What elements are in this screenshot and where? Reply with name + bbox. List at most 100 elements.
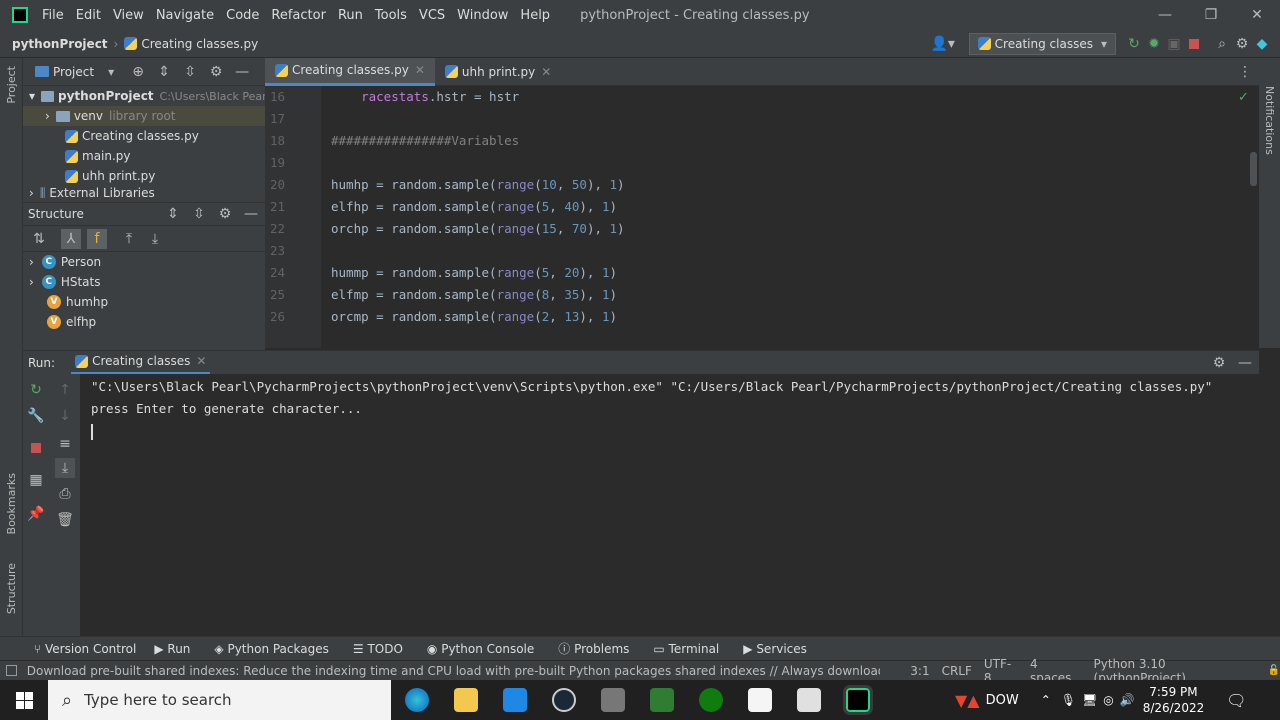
project-tool-button[interactable]: Project xyxy=(5,66,18,104)
jetbrains-ai-icon[interactable]: ◆ xyxy=(1252,34,1272,54)
stop-icon[interactable] xyxy=(26,438,46,458)
gear-icon[interactable]: ⚙ xyxy=(215,204,235,224)
structure-tool-button[interactable]: Structure xyxy=(5,563,18,614)
notes-icon[interactable] xyxy=(797,688,821,712)
microphone-icon[interactable]: 🎙 xyxy=(1061,693,1076,707)
hide-icon[interactable]: — xyxy=(232,62,252,82)
tree-item-uhh-print[interactable]: uhh print.py xyxy=(23,166,265,186)
stock-ticker-label[interactable]: DOW xyxy=(986,693,1019,708)
tool-window-run[interactable]: ▶ Run xyxy=(154,642,190,656)
user-icon[interactable]: 👤▾ xyxy=(929,34,957,54)
clock[interactable]: 7:59 PM 8/26/2022 xyxy=(1143,684,1205,716)
edge-icon[interactable] xyxy=(405,688,429,712)
menu-tools[interactable]: Tools xyxy=(375,8,407,23)
run-config-dropdown[interactable]: Creating classes ▾ xyxy=(968,32,1116,55)
navigate-down-icon[interactable]: ⤓ xyxy=(145,229,165,249)
code-editor[interactable]: racestats.hstr = hstr ################Va… xyxy=(321,86,1251,348)
tab-uhh-print[interactable]: uhh print.py ✕ xyxy=(435,58,561,86)
show-fields-icon[interactable]: f xyxy=(87,228,107,249)
app-icon[interactable] xyxy=(601,688,625,712)
game-icon[interactable] xyxy=(748,688,772,712)
tool-window-python-packages[interactable]: ◈ Python Packages xyxy=(214,642,328,656)
locate-icon[interactable]: ⊕ xyxy=(128,62,148,82)
close-icon[interactable]: ✕ xyxy=(1234,5,1280,25)
run-console[interactable]: "C:\Users\Black Pearl\PycharmProjects\py… xyxy=(80,374,1259,636)
minimize-icon[interactable]: — xyxy=(1142,5,1188,25)
soft-wrap-icon[interactable]: ≡ xyxy=(55,434,75,454)
coverage-icon[interactable]: ▣ xyxy=(1164,34,1184,54)
xbox-icon[interactable] xyxy=(699,688,723,712)
sort-icon[interactable]: ⇅ xyxy=(29,229,49,249)
chevron-right-icon[interactable]: › xyxy=(45,109,50,123)
up-arrow-icon[interactable]: ↑ xyxy=(55,380,75,400)
tree-item-external-libraries[interactable]: › ⫼ External Libraries xyxy=(23,186,265,198)
tool-window-todo[interactable]: ☰ TODO xyxy=(353,642,403,656)
file-explorer-icon[interactable] xyxy=(454,688,478,712)
gear-icon[interactable]: ⚙ xyxy=(1209,353,1229,373)
breadcrumb-file[interactable]: Creating classes.py xyxy=(141,37,258,51)
tree-item-main[interactable]: main.py xyxy=(23,146,265,166)
chevron-right-icon[interactable]: › xyxy=(29,275,34,289)
chevron-right-icon[interactable]: › xyxy=(29,186,34,198)
project-panel-title[interactable]: Project xyxy=(53,65,94,79)
menu-code[interactable]: Code xyxy=(226,8,259,23)
collapse-all-icon[interactable]: ⇳ xyxy=(189,204,209,224)
tool-window-services[interactable]: ▶ Services xyxy=(743,642,807,656)
pycharm-taskbar-icon[interactable] xyxy=(843,685,873,715)
expand-all-icon[interactable]: ⇕ xyxy=(163,204,183,224)
tool-window-problems[interactable]: ⓘ Problems xyxy=(558,640,629,657)
lock-icon[interactable]: 🔓 xyxy=(1268,665,1280,676)
tree-item-venv[interactable]: › venv library root xyxy=(23,106,265,126)
down-arrow-icon[interactable]: ↓ xyxy=(55,406,75,426)
tool-window-python-console[interactable]: ◉ Python Console xyxy=(427,642,534,656)
menu-edit[interactable]: Edit xyxy=(76,8,101,23)
structure-item-humhp[interactable]: V humhp xyxy=(23,292,265,312)
menu-vcs[interactable]: VCS xyxy=(419,8,445,23)
close-icon[interactable]: ✕ xyxy=(541,65,551,79)
menu-window[interactable]: Window xyxy=(457,8,508,23)
layout-icon[interactable]: ▦ xyxy=(26,470,46,490)
menu-file[interactable]: File xyxy=(42,8,64,23)
structure-item-person[interactable]: › C Person xyxy=(23,252,265,272)
expand-all-icon[interactable]: ⇕ xyxy=(154,62,174,82)
notification-center-icon[interactable]: 🗨 xyxy=(1226,691,1246,710)
run-tab[interactable]: Creating classes ✕ xyxy=(71,351,211,375)
stop-icon[interactable] xyxy=(1184,34,1204,54)
tab-creating-classes[interactable]: Creating classes.py ✕ xyxy=(265,57,435,86)
search-icon[interactable]: ⌕ xyxy=(1212,34,1232,54)
tree-item-creating-classes[interactable]: Creating classes.py xyxy=(23,126,265,146)
collapse-all-icon[interactable]: ⇳ xyxy=(180,62,200,82)
gear-icon[interactable]: ⚙ xyxy=(1232,34,1252,54)
chevron-up-icon[interactable]: ⌃ xyxy=(1041,693,1051,707)
gear-icon[interactable]: ⚙ xyxy=(206,62,226,82)
pin-icon[interactable]: 📌 xyxy=(26,504,46,524)
menu-run[interactable]: Run xyxy=(338,8,363,23)
navigate-up-icon[interactable]: ⤒ xyxy=(119,229,139,249)
menu-refactor[interactable]: Refactor xyxy=(271,8,326,23)
steam-icon[interactable] xyxy=(552,688,576,712)
restore-icon[interactable]: ❐ xyxy=(1188,5,1234,25)
rerun-icon[interactable]: ↻ xyxy=(26,380,46,400)
print-icon[interactable]: ⎙ xyxy=(55,484,75,504)
chevron-down-icon[interactable]: ▾ xyxy=(29,89,35,103)
menu-help[interactable]: Help xyxy=(520,8,550,23)
notifications-tool-button[interactable]: Notifications xyxy=(1263,86,1276,155)
steam-tray-icon[interactable]: ◎ xyxy=(1103,693,1113,707)
windows-start-icon[interactable] xyxy=(16,691,33,709)
inspection-ok-icon[interactable]: ✓ xyxy=(1238,90,1249,105)
breadcrumb-project[interactable]: pythonProject xyxy=(12,37,108,51)
taskbar-search[interactable]: ⌕ Type here to search xyxy=(48,680,391,720)
hide-icon[interactable]: — xyxy=(241,204,261,224)
tool-window-version-control[interactable]: ⑂ Version Control xyxy=(34,642,136,656)
chevron-down-icon[interactable]: ▾ xyxy=(108,65,114,79)
close-icon[interactable]: ✕ xyxy=(415,63,425,77)
scroll-to-end-icon[interactable]: ⤓ xyxy=(55,458,75,478)
menu-navigate[interactable]: Navigate xyxy=(156,8,214,23)
volume-icon[interactable]: 🔊 xyxy=(1120,693,1135,707)
tree-root[interactable]: ▾ pythonProject C:\Users\Black Pearl\ xyxy=(23,86,265,106)
trash-icon[interactable]: 🗑 xyxy=(55,510,75,530)
mail-icon[interactable] xyxy=(503,688,527,712)
close-icon[interactable]: ✕ xyxy=(196,354,206,368)
line-separator[interactable]: CRLF xyxy=(942,664,972,678)
stock-ticker-icon[interactable]: ▼▲ xyxy=(955,691,980,710)
